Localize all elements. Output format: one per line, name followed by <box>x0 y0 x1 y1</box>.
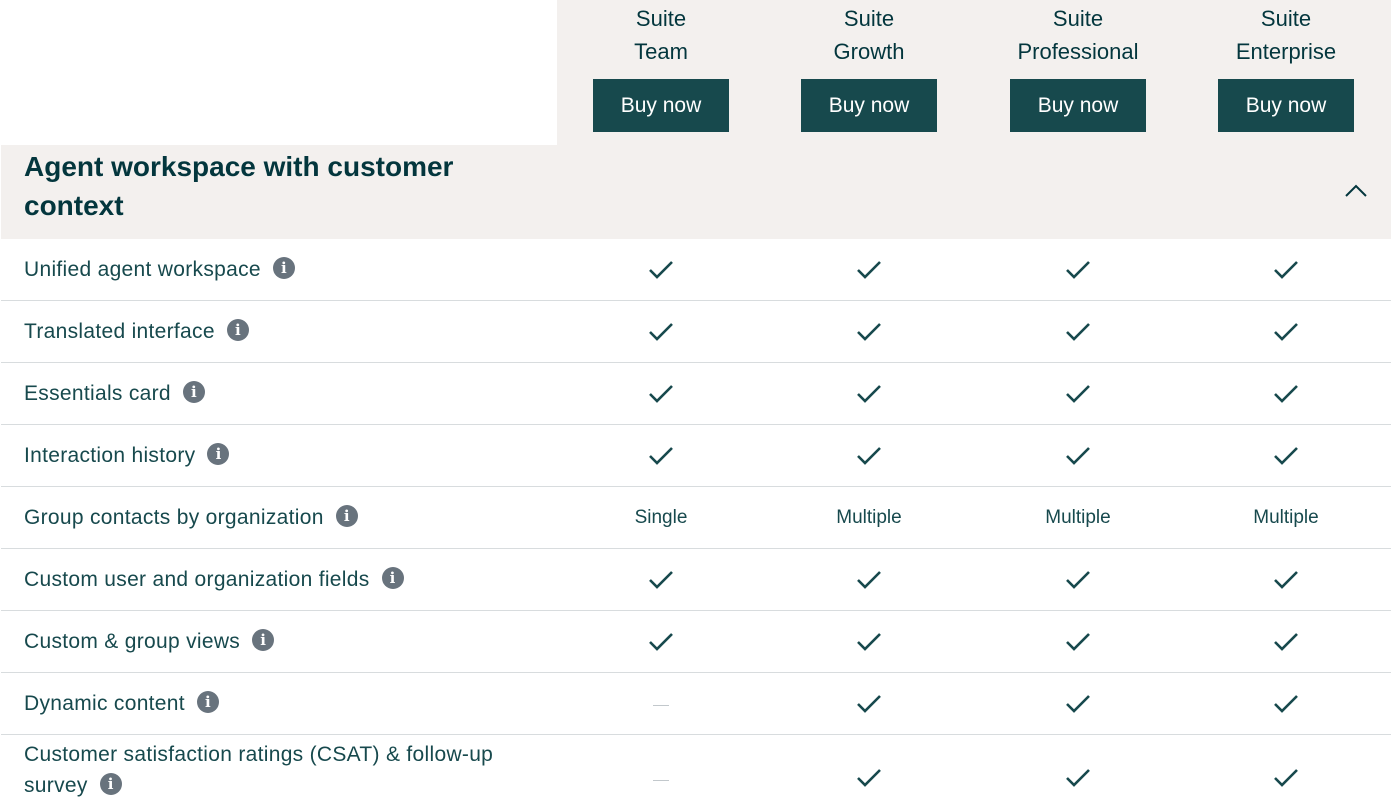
plan-column-suite-professional: Suite Professional Buy now <box>974 0 1182 145</box>
checkmark-icon <box>974 549 1182 610</box>
feature-label: Custom user and organization fields <box>24 567 370 591</box>
feature-name-dynamic-content: Dynamic content i <box>24 673 524 734</box>
checkmark-icon <box>765 549 973 610</box>
feature-name-custom-user-and-organization-fields: Custom user and organization fields i <box>24 549 524 610</box>
buy-now-button-suite-team[interactable]: Buy now <box>593 79 729 132</box>
checkmark-icon <box>1182 738 1390 797</box>
not-included-dash-icon <box>557 738 765 797</box>
plan-column-suite-growth: Suite Growth Buy now <box>765 0 973 145</box>
checkmark-icon <box>557 549 765 610</box>
table-row: Unified agent workspace i <box>1 239 1391 301</box>
feature-name-group-contacts-by-organization: Group contacts by organization i <box>24 487 524 548</box>
table-row: Customer satisfaction ratings (CSAT) & f… <box>1 735 1391 797</box>
plan-header: Suite Team Buy now Suite Growth Buy now … <box>557 0 1391 145</box>
checkmark-icon <box>765 425 973 486</box>
info-icon[interactable]: i <box>381 566 404 589</box>
plan-name-line1: Suite <box>635 6 687 31</box>
info-icon[interactable]: i <box>252 628 275 651</box>
feature-label: Translated interface <box>24 319 215 343</box>
plan-name-line2: Professional <box>1017 39 1139 64</box>
feature-label: Customer satisfaction ratings (CSAT) & f… <box>24 743 494 797</box>
feature-value: Multiple <box>836 506 902 528</box>
checkmark-icon <box>1182 425 1390 486</box>
table-row: Custom user and organization fields i <box>1 549 1391 611</box>
info-icon[interactable]: i <box>272 256 295 279</box>
feature-label: Interaction history <box>24 443 196 467</box>
checkmark-icon <box>1182 549 1390 610</box>
table-row: Custom & group views i <box>1 611 1391 673</box>
checkmark-icon <box>557 301 765 362</box>
table-row: Group contacts by organization i Single Mul… <box>1 487 1391 549</box>
info-icon[interactable]: i <box>196 690 219 713</box>
dash-icon <box>653 705 669 706</box>
checkmark-icon <box>765 363 973 424</box>
checkmark-icon <box>557 239 765 300</box>
feature-name-essentials-card: Essentials card i <box>24 363 524 424</box>
checkmark-icon <box>557 425 765 486</box>
checkmark-icon <box>974 738 1182 797</box>
plan-name-line1: Suite <box>1052 6 1104 31</box>
plan-column-suite-enterprise: Suite Enterprise Buy now <box>1182 0 1390 145</box>
feature-name-translated-interface: Translated interface i <box>24 301 524 362</box>
info-icon[interactable]: i <box>182 380 205 403</box>
checkmark-icon <box>765 239 973 300</box>
checkmark-icon <box>1182 301 1390 362</box>
checkmark-icon <box>765 611 973 672</box>
feature-name-custom-group-views: Custom & group views i <box>24 611 524 672</box>
plan-name-line1: Suite <box>1260 6 1312 31</box>
plan-name-line1: Suite <box>843 6 895 31</box>
checkmark-icon <box>974 301 1182 362</box>
checkmark-icon <box>765 301 973 362</box>
dash-icon <box>653 779 669 781</box>
checkmark-icon <box>1182 611 1390 672</box>
table-row: Essentials card i <box>1 363 1391 425</box>
buy-now-button-suite-professional[interactable]: Buy now <box>1010 79 1146 132</box>
checkmark-icon <box>557 363 765 424</box>
table-row: Dynamic content i <box>1 673 1391 735</box>
feature-name-unified-agent-workspace: Unified agent workspace i <box>24 239 524 300</box>
section-title: Agent workspace with customer context <box>24 151 454 221</box>
checkmark-icon <box>974 239 1182 300</box>
checkmark-icon <box>765 738 973 797</box>
plan-name-line2: Enterprise <box>1235 39 1337 64</box>
plan-name-line2: Team <box>634 39 688 64</box>
plan-name-line2: Growth <box>833 39 905 64</box>
checkmark-icon <box>974 673 1182 734</box>
feature-label: Dynamic content <box>24 691 185 715</box>
checkmark-icon <box>1182 239 1390 300</box>
plan-comparison-page: Suite Team Buy now Suite Growth Buy now … <box>0 0 1391 797</box>
info-icon[interactable]: i <box>99 773 122 796</box>
feature-label: Group contacts by organization <box>24 505 324 529</box>
feature-label: Essentials card <box>24 381 171 405</box>
buy-now-button-suite-enterprise[interactable]: Buy now <box>1218 79 1354 132</box>
feature-value: Multiple <box>1045 506 1111 528</box>
checkmark-icon <box>974 611 1182 672</box>
checkmark-icon <box>557 611 765 672</box>
info-icon[interactable]: i <box>207 442 230 465</box>
checkmark-icon <box>974 425 1182 486</box>
section-header[interactable]: Agent workspace with customer context <box>1 145 1391 239</box>
feature-name-interaction-history: Interaction history i <box>24 425 524 486</box>
not-included-dash-icon <box>557 673 765 734</box>
feature-name-customer-satisfaction-ratings-csat-follow-up-survey: Customer satisfaction ratings (CSAT) & f… <box>24 739 514 797</box>
feature-label: Unified agent workspace <box>24 257 261 281</box>
feature-value: Single <box>634 506 688 528</box>
feature-table: Unified agent workspace i Translated inter… <box>1 239 1391 797</box>
table-row: Interaction history i <box>1 425 1391 487</box>
feature-label: Custom & group views <box>24 629 241 653</box>
plan-column-suite-team: Suite Team Buy now <box>557 0 765 145</box>
info-icon[interactable]: i <box>335 504 358 527</box>
checkmark-icon <box>1182 363 1390 424</box>
feature-value: Multiple <box>1253 506 1319 528</box>
checkmark-icon <box>765 673 973 734</box>
buy-now-button-suite-growth[interactable]: Buy now <box>801 79 937 132</box>
checkmark-icon <box>974 363 1182 424</box>
chevron-up-icon[interactable] <box>1342 182 1370 200</box>
info-icon[interactable]: i <box>226 318 249 341</box>
table-row: Translated interface i <box>1 301 1391 363</box>
checkmark-icon <box>1182 673 1390 734</box>
